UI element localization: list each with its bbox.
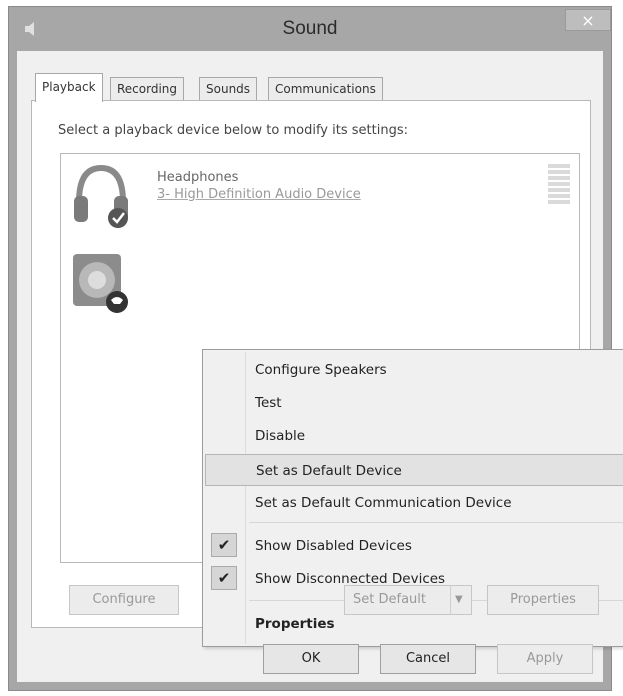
menu-item-set-default-communication[interactable]: Set as Default Communication Device [205, 487, 623, 519]
volume-level-meter [548, 164, 570, 208]
menu-item-label: Set as Default Communication Device [255, 495, 512, 511]
tab-communications[interactable]: Communications [268, 77, 383, 101]
menu-item-show-disabled[interactable]: ✔ Show Disabled Devices [205, 530, 623, 562]
device-description: 3- High Definition Audio Device [157, 187, 361, 202]
chevron-down-icon[interactable]: ▼ [455, 586, 463, 614]
window-title: Sound [282, 18, 338, 39]
instruction-text: Select a playback device below to modify… [58, 123, 408, 138]
menu-item-label: Show Disabled Devices [255, 538, 412, 554]
menu-item-label: Properties [255, 616, 335, 632]
device-name: Headphones [157, 170, 239, 185]
tab-playback[interactable]: Playback [35, 73, 103, 102]
speaker-device-icon[interactable] [65, 248, 131, 316]
menu-item-set-default-device[interactable]: Set as Default Device [205, 454, 623, 486]
menu-item-label: Disable [255, 428, 306, 444]
dialog-client-area: Playback Recording Sounds Communications… [17, 51, 623, 682]
apply-button[interactable]: Apply [497, 644, 593, 674]
menu-item-label: Test [255, 395, 282, 411]
title-bar[interactable]: Sound × [9, 7, 611, 51]
properties-button[interactable]: Properties [487, 585, 599, 615]
configure-button[interactable]: Configure [69, 585, 179, 615]
ok-button[interactable]: OK [263, 644, 359, 674]
close-button[interactable]: × [565, 9, 611, 31]
tab-recording[interactable]: Recording [110, 77, 185, 101]
menu-item-disable[interactable]: Disable [205, 420, 623, 452]
checkmark-icon: ✔ [211, 533, 237, 557]
set-default-split-button[interactable]: Set Default ▼ [344, 585, 472, 615]
checkmark-icon: ✔ [211, 566, 237, 590]
menu-item-label: Set as Default Device [256, 463, 402, 479]
menu-item-label: Configure Speakers [255, 362, 387, 378]
menu-item-configure-speakers[interactable]: Configure Speakers [205, 354, 623, 386]
playback-tab-panel: Select a playback device below to modify… [31, 100, 623, 647]
headphones-icon[interactable] [71, 162, 131, 230]
menu-item-test[interactable]: Test [205, 387, 623, 419]
set-default-label: Set Default [353, 592, 426, 607]
device-list[interactable]: Headphones 3- High Definition Audio Devi… [60, 153, 623, 647]
menu-separator [249, 522, 623, 523]
sound-dialog-window: Sound × Playback Recording Sounds Commun… [8, 6, 623, 691]
tab-sounds[interactable]: Sounds [199, 77, 258, 101]
cancel-button[interactable]: Cancel [380, 644, 476, 674]
split-divider [450, 586, 451, 614]
close-icon: × [581, 10, 595, 30]
